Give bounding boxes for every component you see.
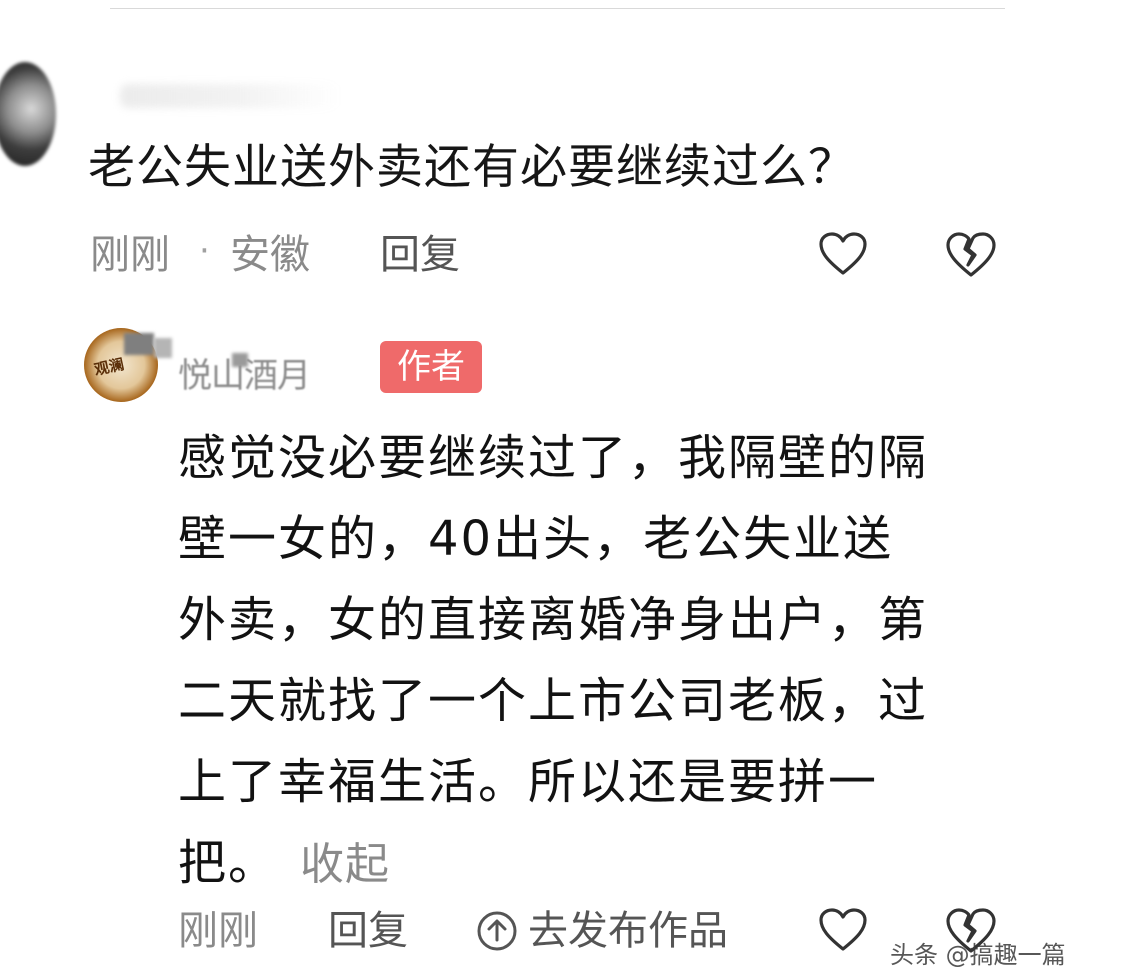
reply-text: 感觉没必要继续过了，我隔壁的隔 壁一女的，40出头，老公失业送 外卖，女的直接离… [178, 418, 1018, 904]
arrow-up-circle-icon [477, 911, 517, 951]
author-badge: 作者 [380, 341, 482, 393]
reply-reply-button[interactable]: 回复 [328, 906, 408, 956]
comment-location: 安徽 [230, 232, 310, 278]
collapse-link[interactable]: 收起 [300, 839, 390, 890]
reply-time: 刚刚 [178, 908, 258, 954]
mosaic-block [154, 338, 172, 358]
heart-outline-icon [819, 232, 867, 275]
reply-last-line: 把。 收起 [178, 823, 1018, 904]
publish-work-button[interactable]: 去发布作品 [476, 906, 728, 956]
dislike-button[interactable] [945, 231, 997, 279]
top-divider [110, 8, 1005, 9]
comment-time: 刚刚 [90, 232, 170, 278]
comment-reply-button[interactable]: 回复 [380, 230, 460, 280]
commenter-avatar[interactable] [0, 62, 56, 166]
like-button[interactable] [818, 231, 868, 277]
publish-label: 去发布作品 [528, 908, 728, 954]
meta-separator: · [199, 231, 210, 271]
like-button[interactable] [818, 907, 868, 953]
mosaic-block [124, 333, 154, 355]
reply-line: 外卖，女的直接离婚净身出户，第 [178, 592, 929, 648]
watermark: 头条 @搞趣一篇 [890, 941, 1066, 969]
reply-line: 上了幸福生活。所以还是要拼一 [178, 754, 879, 810]
reply-line: 感觉没必要继续过了，我隔壁的隔 [178, 430, 929, 486]
heart-outline-icon [819, 908, 867, 951]
author-name[interactable]: 悦山酒月 [178, 356, 311, 396]
broken-heart-icon [946, 232, 996, 277]
reply-line: 壁一女的，40出头，老公失业送 [178, 511, 894, 567]
reply-line: 把。 [178, 835, 279, 891]
reply-line: 二天就找了一个上市公司老板，过 [178, 673, 929, 729]
avatar-logo-text: 观澜 [92, 355, 126, 379]
commenter-name-blurred [120, 84, 340, 108]
comment-text: 老公失业送外卖还有必要继续过么？ [88, 140, 856, 195]
